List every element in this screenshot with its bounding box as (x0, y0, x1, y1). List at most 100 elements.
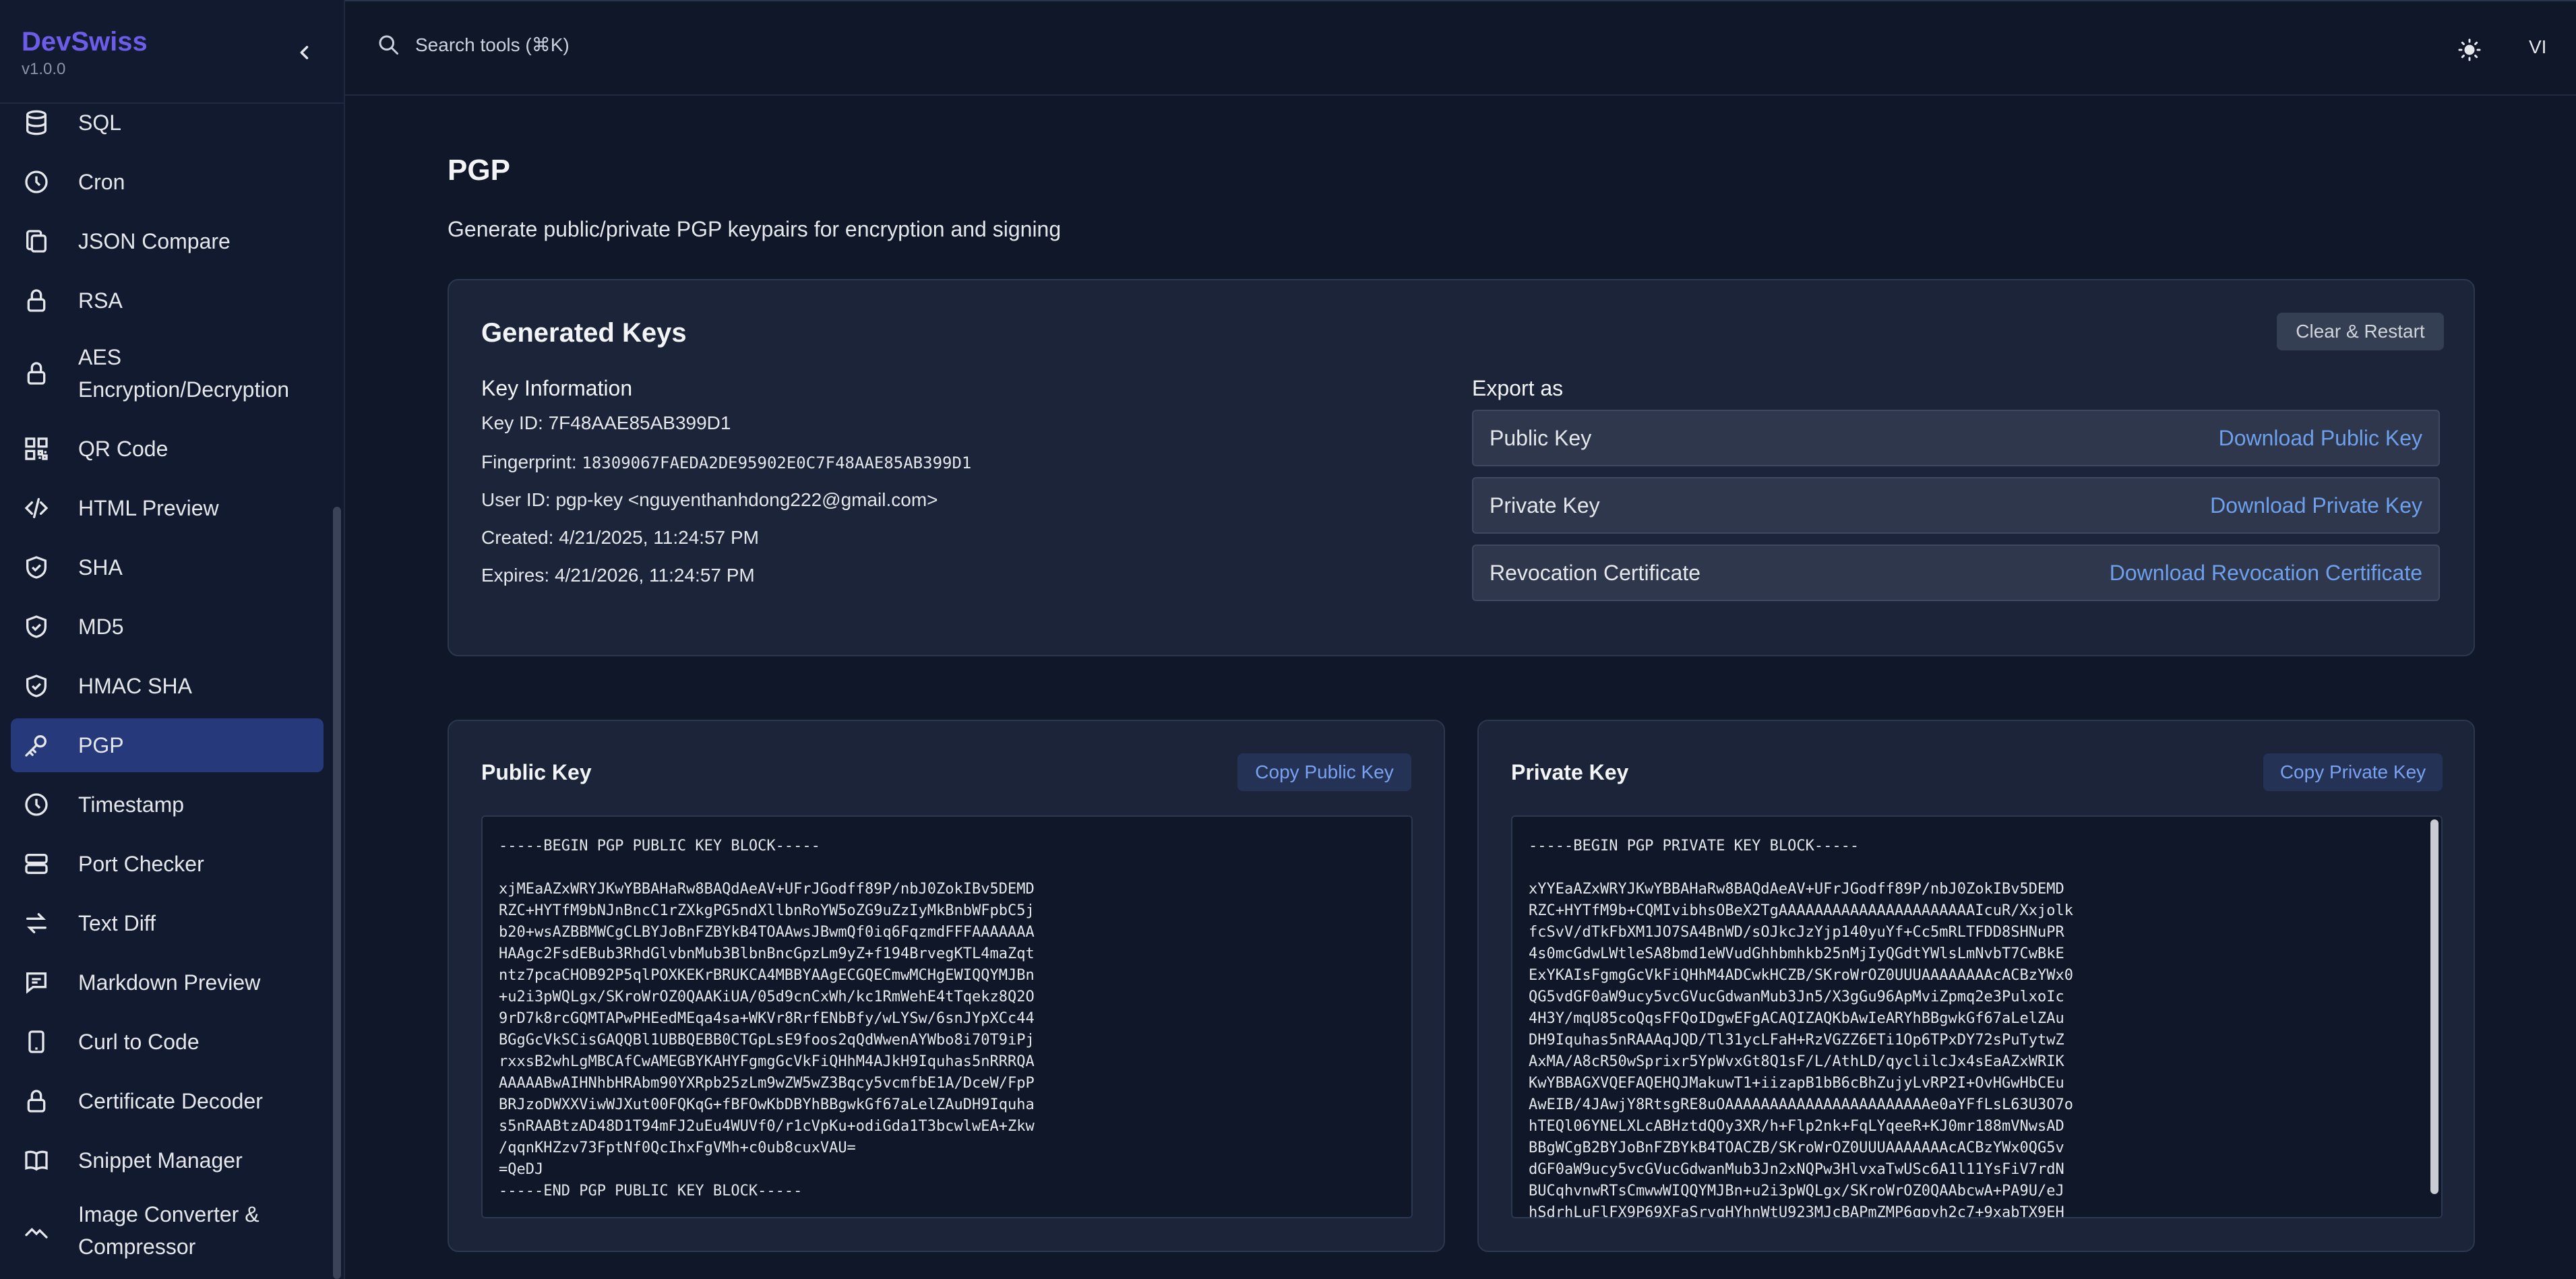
user-id-value: pgp-key <nguyenthanhdong222@gmail.com> (555, 489, 938, 510)
export-label: Private Key (1490, 493, 1600, 518)
export-label: Revocation Certificate (1490, 561, 1701, 585)
sidebar-item-label: Timestamp (78, 792, 185, 817)
sidebar-item-label: SHA (78, 555, 123, 580)
sidebar-item-timestamp[interactable]: Timestamp (11, 788, 324, 821)
qr-code-icon (22, 434, 51, 464)
export-revocation-row: Revocation Certificate Download Revocati… (1472, 544, 2440, 601)
sidebar-scrollbar[interactable] (333, 507, 341, 1279)
sidebar-item-label: Cron (78, 170, 125, 194)
sidebar-item-html-preview[interactable]: HTML Preview (11, 492, 324, 524)
sidebar-item-cron[interactable]: Cron (11, 166, 324, 198)
public-key-text: -----BEGIN PGP PUBLIC KEY BLOCK----- xjM… (499, 838, 1035, 1199)
export-private-key-row: Private Key Download Private Key (1472, 477, 2440, 534)
language-button[interactable]: VI (2529, 36, 2546, 58)
sidebar-item-snippet-manager[interactable]: Snippet Manager (11, 1144, 324, 1177)
sidebar: DevSwiss v1.0.0 SQL Cron JSON Compare RS… (0, 0, 345, 1279)
page-title: PGP (448, 154, 510, 187)
user-id-label: User ID: (481, 489, 551, 510)
sidebar-item-label: HMAC SHA (78, 674, 192, 698)
copy-icon (22, 226, 51, 256)
sidebar-item-label: AES Encryption/Decryption (78, 345, 290, 402)
shield-check-icon (22, 612, 51, 642)
sidebar-item-label: Text Diff (78, 911, 156, 935)
export-public-key-row: Public Key Download Public Key (1472, 410, 2440, 466)
key-id-label: Key ID: (481, 412, 543, 433)
sidebar-item-label: RSA (78, 288, 123, 313)
message-square-icon (22, 968, 51, 997)
fingerprint-label: Fingerprint: (481, 451, 577, 472)
key-icon (22, 730, 51, 760)
server-icon (22, 849, 51, 879)
smartphone-icon (22, 1027, 51, 1057)
private-key-title: Private Key (1511, 760, 1629, 784)
sidebar-nav: SQL Cron JSON Compare RSA AES Encryption… (0, 105, 330, 1279)
download-private-key-link[interactable]: Download Private Key (2210, 493, 2422, 518)
sidebar-item-curl-to-code[interactable]: Curl to Code (11, 1026, 324, 1058)
image-wave-icon (22, 1216, 51, 1245)
collapse-sidebar-button[interactable] (291, 39, 318, 66)
private-key-scrollbar[interactable] (2430, 819, 2439, 1194)
theme-toggle-button[interactable] (2453, 34, 2486, 66)
key-id-row: Key ID: 7F48AAE85AB399D1 (481, 412, 731, 434)
sidebar-divider (0, 102, 345, 104)
sidebar-item-label: Snippet Manager (78, 1148, 243, 1173)
arrows-swap-icon (22, 908, 51, 938)
clock-icon (22, 790, 51, 819)
shield-check-icon (22, 671, 51, 701)
private-key-textarea[interactable]: -----BEGIN PGP PRIVATE KEY BLOCK----- xY… (1511, 815, 2443, 1218)
export-label: Public Key (1490, 426, 1592, 450)
user-id-row: User ID: pgp-key <nguyenthanhdong222@gma… (481, 489, 938, 511)
created-label: Created: (481, 527, 554, 548)
sidebar-item-json-compare[interactable]: JSON Compare (11, 225, 324, 257)
generated-keys-card: Generated Keys Clear & Restart Key Infor… (448, 279, 2475, 656)
key-information-title: Key Information (481, 376, 633, 400)
sidebar-item-aes[interactable]: AES Encryption/Decryption (11, 341, 324, 406)
sidebar-item-label: Certificate Decoder (78, 1089, 263, 1113)
clear-restart-button[interactable]: Clear & Restart (2277, 313, 2444, 350)
created-row: Created: 4/21/2025, 11:24:57 PM (481, 527, 759, 549)
fingerprint-value: 18309067FAEDA2DE95902E0C7F48AAE85AB399D1 (582, 454, 972, 472)
key-id-value: 7F48AAE85AB399D1 (548, 412, 731, 433)
download-public-key-link[interactable]: Download Public Key (2219, 426, 2422, 451)
generated-keys-title: Generated Keys (481, 318, 687, 348)
lock-icon (22, 1086, 51, 1116)
private-key-text: -----BEGIN PGP PRIVATE KEY BLOCK----- xY… (1529, 838, 2073, 1218)
sidebar-item-label: Markdown Preview (78, 970, 261, 995)
expires-value: 4/21/2026, 11:24:57 PM (554, 565, 755, 586)
sidebar-item-port-checker[interactable]: Port Checker (11, 848, 324, 880)
sidebar-item-pgp[interactable]: PGP (11, 718, 324, 772)
download-revocation-certificate-link[interactable]: Download Revocation Certificate (2110, 561, 2422, 586)
chevron-left-icon (300, 46, 309, 59)
sidebar-item-label: HTML Preview (78, 496, 219, 520)
sidebar-item-text-diff[interactable]: Text Diff (11, 907, 324, 939)
sun-icon (2458, 38, 2481, 61)
search-button[interactable]: Search tools (⌘K) (376, 32, 570, 57)
sidebar-item-label: Image Converter & Compressor (78, 1202, 259, 1259)
sidebar-item-rsa[interactable]: RSA (11, 284, 324, 317)
copy-public-key-button[interactable]: Copy Public Key (1237, 753, 1411, 791)
sidebar-item-sha[interactable]: SHA (11, 551, 324, 584)
public-key-textarea[interactable]: -----BEGIN PGP PUBLIC KEY BLOCK----- xjM… (481, 815, 1413, 1218)
lock-icon (22, 286, 51, 315)
clock-icon (22, 167, 51, 197)
expires-row: Expires: 4/21/2026, 11:24:57 PM (481, 565, 755, 586)
search-label: Search tools (⌘K) (415, 34, 570, 55)
private-key-card: Private Key Copy Private Key -----BEGIN … (1477, 720, 2475, 1252)
sidebar-item-certificate-decoder[interactable]: Certificate Decoder (11, 1085, 324, 1117)
copy-private-key-button[interactable]: Copy Private Key (2263, 753, 2443, 791)
public-key-title: Public Key (481, 760, 592, 784)
sidebar-item-markdown-preview[interactable]: Markdown Preview (11, 966, 324, 999)
sidebar-item-label: SQL (78, 111, 122, 135)
sidebar-item-sql[interactable]: SQL (11, 106, 324, 139)
sidebar-item-md5[interactable]: MD5 (11, 611, 324, 643)
fingerprint-row: Fingerprint: 18309067FAEDA2DE95902E0C7F4… (481, 451, 971, 473)
sidebar-item-label: PGP (78, 733, 124, 757)
sidebar-item-label: QR Code (78, 437, 168, 461)
sidebar-item-image-converter[interactable]: Image Converter & Compressor (11, 1198, 324, 1263)
created-value: 4/21/2025, 11:24:57 PM (559, 527, 760, 548)
brand: DevSwiss v1.0.0 (22, 27, 148, 79)
sidebar-item-qr-code[interactable]: QR Code (11, 433, 324, 465)
public-key-card: Public Key Copy Public Key -----BEGIN PG… (448, 720, 1445, 1252)
sidebar-item-hmac-sha[interactable]: HMAC SHA (11, 670, 324, 702)
search-icon (379, 35, 398, 55)
